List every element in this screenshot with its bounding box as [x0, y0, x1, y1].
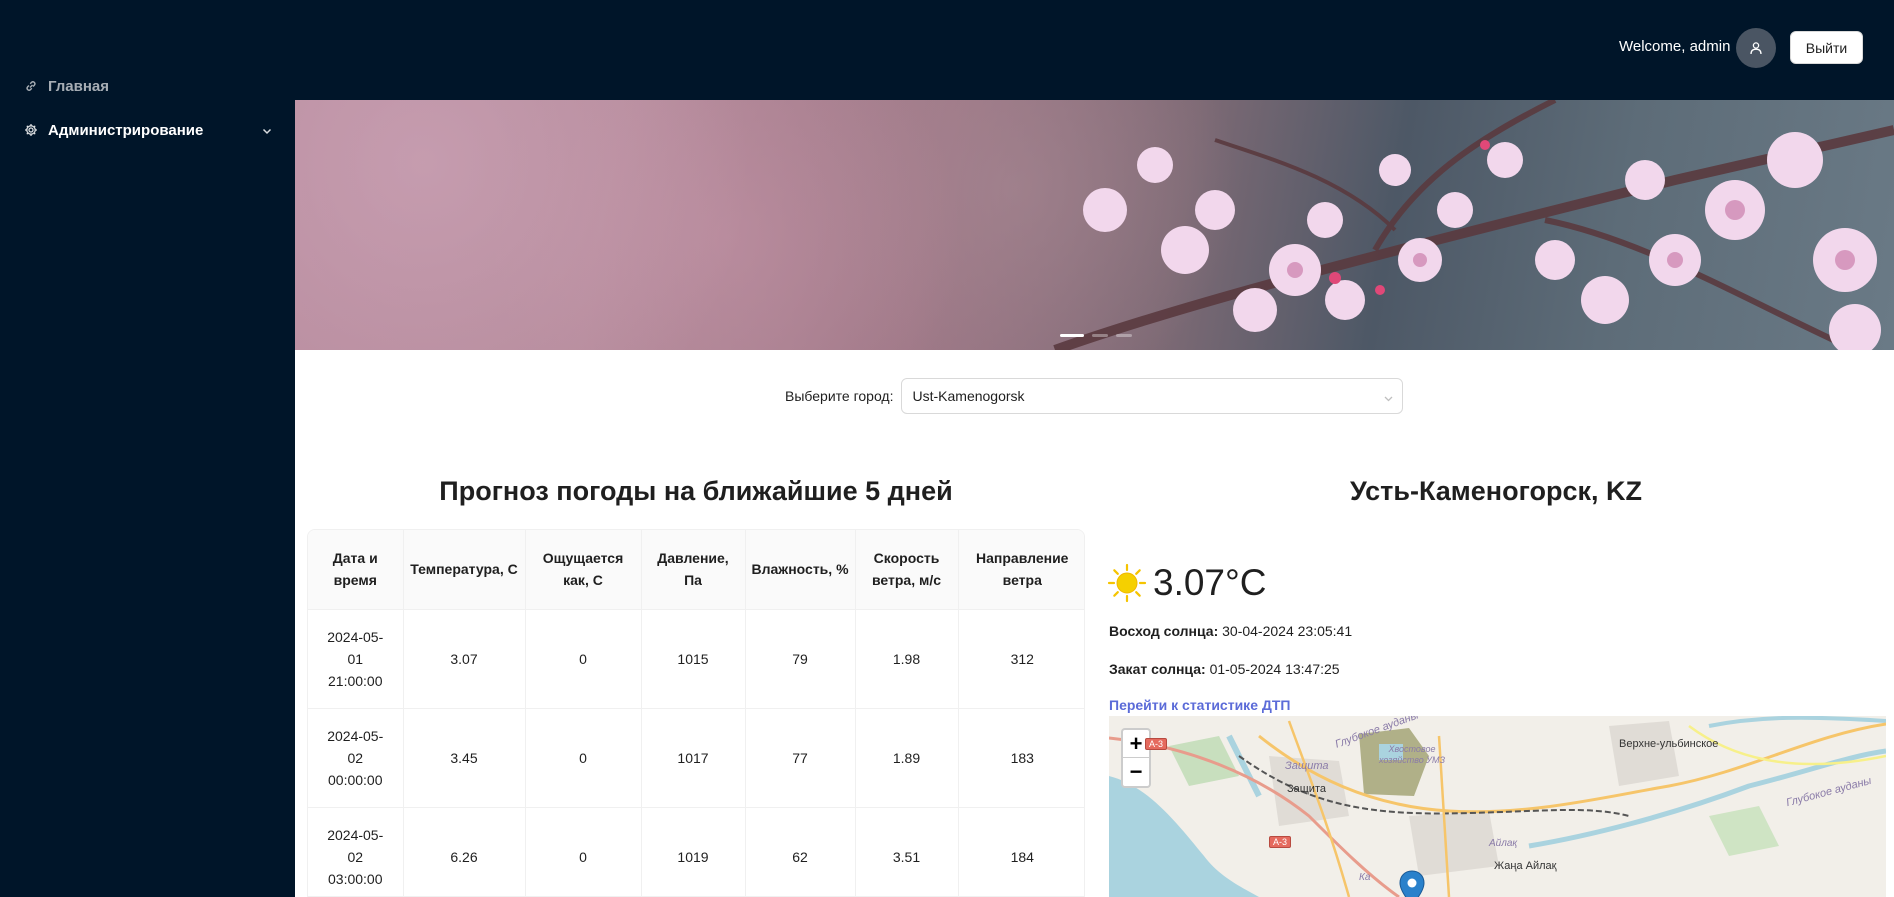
table-header-row: Дата и время Температура, С Ощущается ка… [308, 530, 1084, 610]
column-header-wind-direction: Направление ветра [958, 530, 1084, 610]
column-header-feels-like: Ощущается как, С [525, 530, 642, 610]
cell-wind-dir: 312 [958, 609, 1084, 709]
map-label: Защита [1287, 783, 1326, 795]
current-weather: 3.07°C [1107, 562, 1267, 604]
avatar[interactable] [1736, 28, 1776, 68]
city-select[interactable]: Ust-Kamenogorsk [900, 378, 1403, 414]
city-select-label: Выберите город: [785, 388, 894, 404]
sunrise-info: Восход солнца: 30-04-2024 23:05:41 [1109, 623, 1352, 639]
cell-humidity: 77 [745, 708, 856, 808]
logout-button[interactable]: Выйти [1790, 31, 1863, 64]
forecast-title: Прогноз погоды на ближайшие 5 дней [439, 476, 953, 506]
blossom-image [1053, 100, 1894, 350]
table-row: 2024-05- 01 21:00:00 3.07 0 1015 79 1.98 3… [308, 609, 1084, 709]
cell-feels: 0 [525, 807, 642, 896]
sunrise-label: Восход солнца: [1109, 623, 1219, 639]
cell-wind-dir: 183 [958, 708, 1084, 808]
city-select-value: Ust-Kamenogorsk [912, 388, 1025, 404]
sidebar-item-home[interactable]: Главная [0, 66, 295, 106]
sun-icon [1107, 563, 1147, 603]
column-header-datetime: Дата и время [308, 530, 404, 610]
user-icon [1750, 42, 1762, 55]
cell-pressure: 1015 [641, 609, 746, 709]
sidebar-item-admin[interactable]: Администрирование [0, 110, 295, 150]
cell-temp: 6.26 [403, 807, 526, 896]
map-label: Айлақ [1489, 838, 1518, 849]
map-label: Ка [1359, 872, 1371, 883]
current-temperature: 3.07°C [1153, 562, 1267, 603]
chevron-down-icon [261, 124, 273, 136]
cell-feels: 0 [525, 609, 642, 709]
cell-wind-dir: 184 [958, 807, 1084, 896]
sidebar-item-label: Администрирование [48, 121, 204, 139]
column-header-temperature: Температура, С [403, 530, 526, 610]
cell-pressure: 1017 [641, 708, 746, 808]
cell-wind-speed: 1.98 [855, 609, 959, 709]
map-marker-icon[interactable] [1399, 870, 1425, 897]
zoom-out-button[interactable]: − [1123, 758, 1149, 786]
cell-humidity: 62 [745, 807, 856, 896]
city-map[interactable]: + − А-3 А-3 Защита Защита Хвостовое хозя… [1109, 716, 1886, 897]
current-city-title: Усть-Каменогорск, KZ [1350, 476, 1642, 506]
map-label: Верхне-ульбинское [1619, 738, 1719, 750]
sidebar: Главная Администрирование [0, 0, 295, 897]
cell-datetime: 2024-05- 01 21:00:00 [308, 609, 404, 709]
table-row: 2024-05- 02 00:00:00 3.45 0 1017 77 1.89 1… [308, 708, 1084, 808]
carousel-dots [1060, 334, 1132, 337]
chevron-down-icon [1383, 391, 1394, 402]
sunset-label: Закат солнца: [1109, 661, 1206, 677]
map-label: Защита [1285, 760, 1329, 772]
carousel-dot[interactable] [1092, 334, 1108, 337]
column-header-wind-speed: Скорость ветра, м/с [855, 530, 959, 610]
cell-feels: 0 [525, 708, 642, 808]
welcome-text: Welcome, admin [1619, 38, 1731, 55]
cell-wind-speed: 1.89 [855, 708, 959, 808]
column-header-pressure: Давление, Па [641, 530, 746, 610]
link-icon [24, 79, 38, 93]
cell-pressure: 1019 [641, 807, 746, 896]
cell-datetime: 2024-05- 02 00:00:00 [308, 708, 404, 808]
map-label: Хвостовое хозяйство УМЗ [1378, 744, 1446, 765]
cell-temp: 3.45 [403, 708, 526, 808]
forecast-table: Дата и время Температура, С Ощущается ка… [307, 529, 1085, 897]
cell-temp: 3.07 [403, 609, 526, 709]
carousel-dot[interactable] [1060, 334, 1084, 337]
sunset-value: 01-05-2024 13:47:25 [1209, 661, 1340, 677]
cell-humidity: 79 [745, 609, 856, 709]
sunrise-value: 30-04-2024 23:05:41 [1222, 623, 1353, 639]
table-row: 2024-05- 02 03:00:00 6.26 0 1019 62 3.51 1… [308, 807, 1084, 896]
map-label: Жаңа Айлақ [1494, 860, 1557, 872]
carousel-dot[interactable] [1116, 334, 1132, 337]
road-badge: А-3 [1269, 836, 1292, 848]
carousel-banner [295, 100, 1894, 350]
column-header-humidity: Влажность, % [745, 530, 856, 610]
cell-datetime: 2024-05- 02 03:00:00 [308, 807, 404, 896]
city-selector-row: Выберите город: Ust-Kamenogorsk [785, 378, 1403, 414]
cell-wind-speed: 3.51 [855, 807, 959, 896]
sidebar-item-label: Главная [48, 77, 110, 95]
sunset-info: Закат солнца: 01-05-2024 13:47:25 [1109, 661, 1340, 677]
road-badge: А-3 [1145, 738, 1168, 750]
zoom-control: + − [1121, 728, 1151, 788]
gear-icon [24, 123, 38, 137]
accident-stats-link[interactable]: Перейти к статистике ДТП [1109, 697, 1290, 713]
